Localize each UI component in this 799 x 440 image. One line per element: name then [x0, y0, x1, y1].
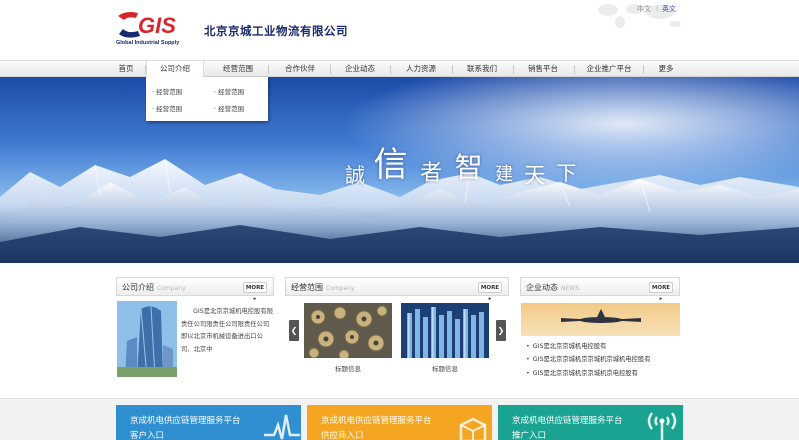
box-icon: [459, 417, 487, 440]
panel-title-en: Company: [326, 285, 355, 292]
nav-item-partners[interactable]: 合作伙伴: [273, 61, 327, 77]
slogan-char: 誠: [345, 163, 365, 187]
dropdown-item[interactable]: · 经营范围: [152, 86, 182, 96]
slogan-char: 天: [523, 164, 546, 189]
entry-title: 京成机电供应链管理服务平台: [512, 416, 623, 426]
main-nav: 首页 公司介绍 经营范围 合作伙伴 企业动态 人力资源 联系我们 销售平台 企业…: [0, 60, 799, 78]
banner-slogan: 誠 信 者 智 建 天 下: [345, 137, 576, 190]
company-building-image: [117, 301, 177, 377]
slogan-char: 信: [373, 145, 408, 185]
news-panel-header: 企业动态 NEWS MORE ▸: [520, 277, 680, 302]
nav-divider: [390, 65, 391, 74]
panel-title-en: NEWS: [561, 285, 580, 292]
nav-item-news[interactable]: 企业动态: [334, 61, 386, 77]
company-name: 北京京城工业物流有限公司: [204, 24, 348, 38]
dropdown-item[interactable]: · 经营范围: [214, 103, 244, 113]
carousel-next-arrow[interactable]: ❯: [496, 320, 506, 341]
entry-subtitle: 供应商入口: [321, 431, 364, 440]
logo-text: GIS: [138, 13, 176, 38]
promotion-entry-card[interactable]: 京成机电供应链管理服务平台 推广入口: [498, 405, 683, 440]
lang-english-link[interactable]: 英文: [662, 4, 676, 14]
news-more-button[interactable]: MORE ▸: [649, 282, 673, 302]
nav-item-hr[interactable]: 人力资源: [395, 61, 447, 77]
slogan-char: 下: [556, 161, 577, 185]
lang-separator: |: [656, 4, 659, 12]
supplier-entry-card[interactable]: 京成机电供应链管理服务平台 供应商入口: [307, 405, 492, 440]
nav-item-sales[interactable]: 销售平台: [517, 61, 569, 77]
nav-divider: [268, 65, 269, 74]
gis-logo-mark: GIS: [118, 12, 176, 38]
nav-divider: [513, 65, 514, 74]
about-panel-header: 公司介绍 Company MORE ▸: [116, 277, 274, 302]
about-text: GIS是北京京城机电控股有限责任公司限责任公司限责任公司即以北京市机械设备进出口…: [181, 308, 273, 353]
customer-entry-card[interactable]: 京成机电供应链管理服务平台 客户入口: [116, 405, 301, 440]
pulse-chart-icon: [264, 414, 300, 440]
business-more-button[interactable]: MORE ▸: [478, 282, 502, 302]
slogan-char: 者: [420, 161, 443, 186]
panel-title: 经营范围 Company: [291, 283, 355, 292]
site-header: GIS Global Industrial Supply 北京京城工业物流有限公…: [0, 0, 799, 60]
panel-title-en: Company: [157, 285, 186, 292]
nav-divider: [643, 65, 644, 74]
panel-title: 公司介绍 Company: [122, 283, 186, 292]
about-more-button[interactable]: MORE ▸: [243, 282, 267, 302]
product-image-tubes[interactable]: [401, 303, 489, 358]
dropdown-item[interactable]: · 经营范围: [214, 86, 244, 96]
product-caption[interactable]: 标题信息: [304, 363, 392, 373]
dropdown-item[interactable]: · 经营范围: [152, 103, 182, 113]
nav-divider: [330, 65, 331, 74]
nav-item-promotion[interactable]: 企业推广平台: [579, 61, 639, 77]
nav-item-about[interactable]: 公司介绍: [146, 61, 204, 78]
nav-item-more[interactable]: 更多: [648, 61, 684, 77]
about-dropdown-menu: · 经营范围 · 经营范围 · 经营范围 · 经营范围: [146, 77, 268, 121]
nav-divider: [574, 65, 575, 74]
nav-item-business[interactable]: 经营范围: [212, 61, 264, 77]
lang-chinese-link[interactable]: 中文: [637, 4, 651, 14]
company-logo[interactable]: GIS Global Industrial Supply: [116, 10, 196, 48]
news-list-item[interactable]: GIS是北京京城机京京城机京电控股有: [526, 368, 638, 377]
entry-subtitle: 推广入口: [512, 431, 547, 440]
carousel-prev-arrow[interactable]: ❮: [289, 320, 299, 341]
logo-subtitle: Global Industrial Supply: [116, 40, 180, 46]
product-caption[interactable]: 标题信息: [401, 363, 489, 373]
hero-banner: 誠 信 者 智 建 天 下: [0, 77, 799, 263]
slogan-char: 智: [454, 151, 483, 184]
entry-title: 京成机电供应链管理服务平台: [130, 416, 241, 426]
broadcast-icon: [647, 412, 677, 440]
business-panel-header: 经营范围 Company MORE ▸: [285, 277, 509, 302]
nav-item-contact[interactable]: 联系我们: [456, 61, 508, 77]
news-list-item[interactable]: GIS是北京京城机京京城机京城机电控股有: [526, 354, 651, 363]
nav-divider: [452, 65, 453, 74]
product-image-gears[interactable]: [304, 303, 392, 358]
news-list-item[interactable]: GIS是北京京城机电控股有: [526, 341, 607, 350]
entry-subtitle: 客户入口: [130, 431, 165, 440]
nav-item-home[interactable]: 首页: [110, 61, 142, 77]
slogan-char: 建: [495, 164, 514, 185]
panel-title: 企业动态 NEWS: [526, 283, 580, 292]
entry-title: 京成机电供应链管理服务平台: [321, 416, 432, 426]
news-airplane-image: [521, 303, 680, 336]
